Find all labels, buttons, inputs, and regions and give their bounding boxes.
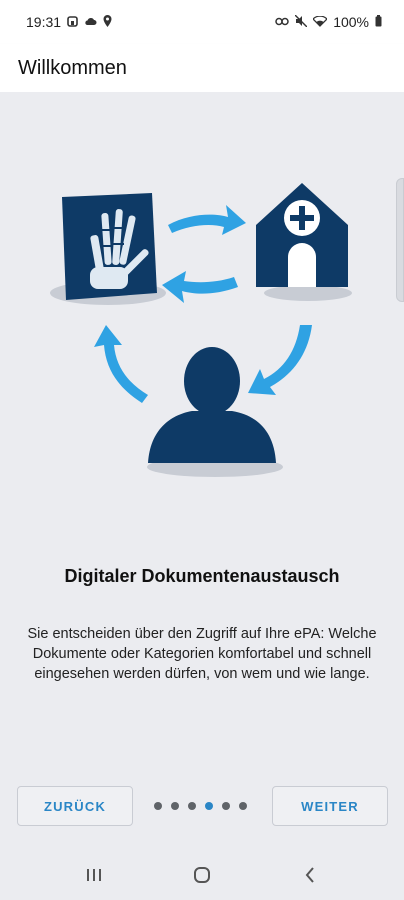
page-dot-4[interactable] bbox=[205, 802, 213, 810]
link-icon bbox=[275, 16, 289, 28]
app-bar: Willkommen bbox=[0, 44, 404, 92]
status-bar: 19:31 100% bbox=[0, 0, 404, 44]
onboarding-description: Sie entscheiden über den Zugriff auf Ihr… bbox=[27, 626, 377, 682]
back-icon bbox=[305, 867, 314, 883]
mute-icon bbox=[294, 14, 308, 29]
home-button[interactable] bbox=[182, 860, 222, 890]
wifi-icon bbox=[312, 14, 329, 29]
hospital-icon bbox=[256, 183, 348, 287]
page-dot-5[interactable] bbox=[222, 802, 230, 810]
location-icon bbox=[103, 15, 112, 29]
back-button[interactable]: ZURÜCK bbox=[17, 786, 133, 826]
battery-icon bbox=[375, 15, 382, 29]
page-title: Willkommen bbox=[18, 56, 127, 79]
cloud-icon bbox=[84, 16, 97, 28]
page-dot-3[interactable] bbox=[188, 802, 196, 810]
status-left: 19:31 bbox=[26, 14, 112, 30]
recent-apps-icon bbox=[87, 869, 101, 881]
page-dot-2[interactable] bbox=[171, 802, 179, 810]
page-dot-1[interactable] bbox=[154, 802, 162, 810]
status-time: 19:31 bbox=[26, 14, 62, 30]
next-button[interactable]: WEITER bbox=[272, 786, 388, 826]
page-indicator bbox=[154, 802, 247, 810]
home-icon bbox=[194, 867, 210, 883]
edge-panel-handle[interactable] bbox=[396, 178, 404, 302]
page-dot-6[interactable] bbox=[239, 802, 247, 810]
back-nav-button[interactable] bbox=[290, 860, 330, 890]
app-notification-icon bbox=[67, 15, 78, 29]
status-right: 100% bbox=[275, 14, 382, 30]
document-exchange-illustration bbox=[50, 183, 352, 477]
onboarding-title: Digitaler Dokumentenaustausch bbox=[64, 566, 340, 586]
recent-apps-button[interactable] bbox=[74, 860, 114, 890]
xray-hand-icon bbox=[62, 193, 157, 300]
person-icon bbox=[148, 347, 276, 463]
system-nav-bar bbox=[0, 850, 404, 900]
battery-percent: 100% bbox=[333, 14, 369, 30]
